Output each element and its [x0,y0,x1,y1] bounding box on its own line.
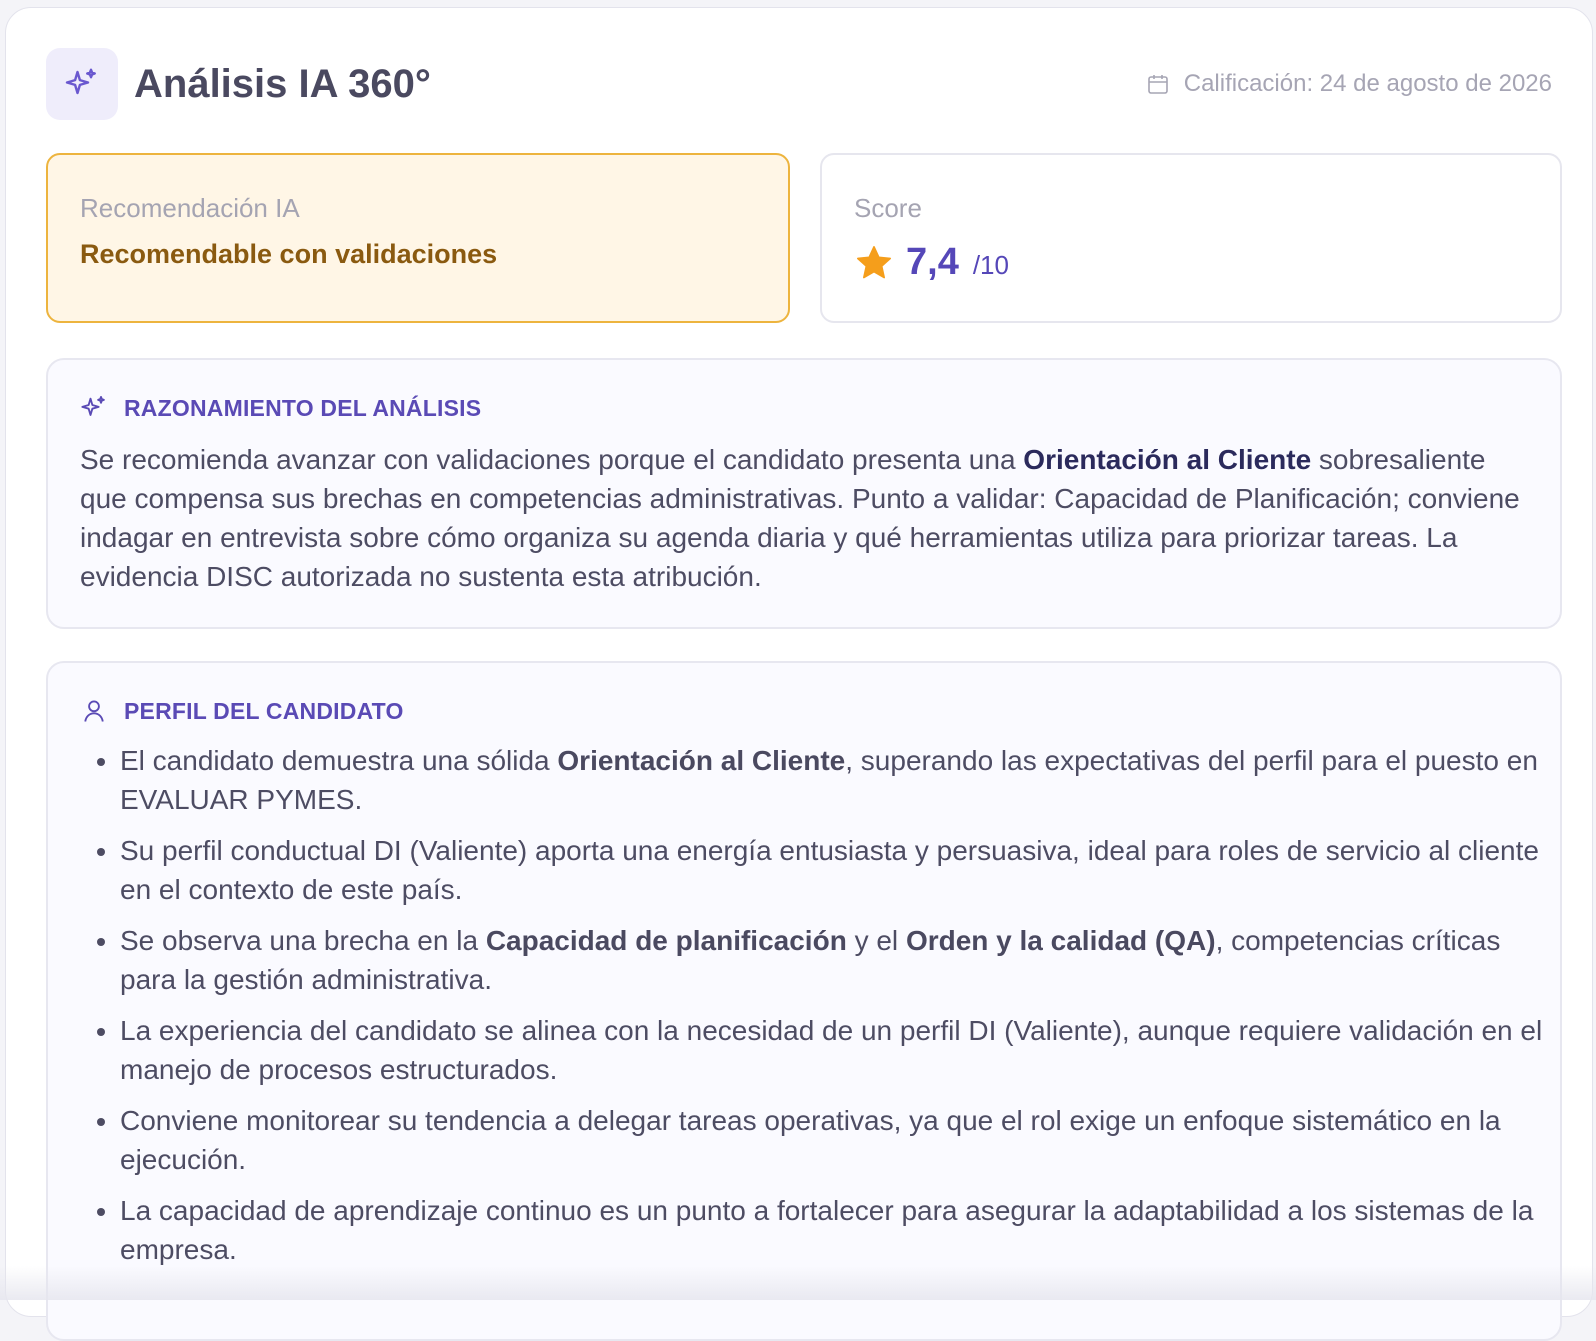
sparkles-icon [80,394,108,422]
bullet-highlight: Orden y la calidad (QA) [906,925,1216,956]
recommendation-label: Recomendación IA [80,193,300,224]
list-item: La capacidad de aprendizaje continuo es … [120,1191,1560,1269]
rating-date-label: Calificación: 24 de agosto de 2026 [1184,68,1552,100]
bullet-text: y el [847,925,906,956]
list-item: Conviene monitorear su tendencia a deleg… [120,1101,1560,1179]
bullet-text: La experiencia del candidato se alinea c… [120,1015,1542,1085]
list-item: Se observa una brecha en la Capacidad de… [120,921,1560,999]
bullet-text: La capacidad de aprendizaje continuo es … [120,1195,1533,1265]
rating-date: Calificación: 24 de agosto de 2026 [1146,68,1552,100]
ai-logo [46,48,118,120]
bullet-highlight: Orientación al Cliente [557,745,845,776]
score-line: 7,4 /10 [854,241,1009,284]
reasoning-heading-label: RAZONAMIENTO DEL ANÁLISIS [124,395,481,422]
reasoning-section: RAZONAMIENTO DEL ANÁLISIS Se recomienda … [46,358,1562,629]
list-item: Su perfil conductual DI (Valiente) aport… [120,831,1560,909]
reasoning-heading: RAZONAMIENTO DEL ANÁLISIS [80,394,481,422]
analysis-card: Análisis IA 360° Calificación: 24 de ago… [5,7,1593,1317]
bullet-text: Conviene monitorear su tendencia a deleg… [120,1105,1501,1175]
card-header: Análisis IA 360° Calificación: 24 de ago… [46,48,1552,120]
user-icon [80,697,108,725]
bullet-text: Su perfil conductual DI (Valiente) aport… [120,835,1539,905]
profile-heading-label: PERFIL DEL CANDIDATO [124,698,404,725]
page-title: Análisis IA 360° [134,58,431,110]
reasoning-text-start: Se recomienda avanzar con validaciones p… [80,444,1023,475]
list-item: El candidato demuestra una sólida Orient… [120,741,1560,819]
sparkles-icon [64,66,100,102]
score-label: Score [854,193,922,224]
profile-bullet-list: El candidato demuestra una sólida Orient… [80,741,1560,1281]
list-item: La experiencia del candidato se alinea c… [120,1011,1560,1089]
bullet-text: Se observa una brecha en la [120,925,486,956]
score-max: /10 [973,250,1009,281]
reasoning-text: Se recomienda avanzar con validaciones p… [80,440,1530,596]
score-value: 7,4 [906,241,959,284]
bottom-fade [0,1266,1596,1300]
bullet-text: El candidato demuestra una sólida [120,745,557,776]
profile-section: PERFIL DEL CANDIDATO El candidato demues… [46,661,1562,1341]
summary-row: Recomendación IA Recomendable con valida… [46,153,1554,325]
recommendation-panel: Recomendación IA Recomendable con valida… [46,153,790,323]
reasoning-highlight: Orientación al Cliente [1023,444,1311,475]
score-panel: Score 7,4 /10 [820,153,1562,323]
star-icon [854,243,894,283]
profile-heading: PERFIL DEL CANDIDATO [80,697,404,725]
recommendation-value: Recomendable con validaciones [80,239,497,270]
bullet-highlight: Capacidad de planificación [486,925,847,956]
calendar-icon [1146,72,1170,96]
